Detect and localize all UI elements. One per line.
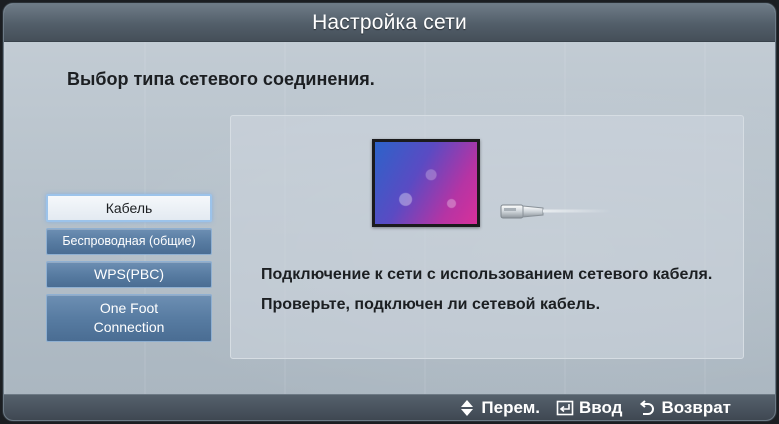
connection-description: Подключение к сети с использованием сете… bbox=[261, 266, 713, 313]
up-down-arrows-icon bbox=[461, 399, 474, 416]
menu-item-label: Кабель bbox=[105, 199, 153, 216]
menu-item-label: One Foot Connection bbox=[93, 300, 165, 335]
menu-item-cable[interactable]: Кабель bbox=[46, 194, 212, 222]
title-bar: Настройка сети bbox=[4, 4, 775, 42]
return-icon bbox=[640, 399, 655, 415]
subtitle: Выбор типа сетевого соединения. bbox=[67, 69, 375, 89]
tv-screen-image bbox=[372, 139, 480, 227]
hint-label: Ввод bbox=[579, 397, 623, 417]
connection-type-menu: Кабель Беспроводная (общие) WPS(PBC) One… bbox=[46, 194, 212, 348]
hint-move[interactable]: Перем. bbox=[458, 398, 540, 418]
hint-label: Возврат bbox=[661, 397, 731, 417]
menu-item-wireless[interactable]: Беспроводная (общие) bbox=[46, 228, 212, 255]
hint-enter[interactable]: Ввод bbox=[556, 398, 622, 418]
page-title: Настройка сети bbox=[312, 10, 467, 34]
menu-item-label: WPS(PBC) bbox=[94, 266, 164, 282]
menu-item-wps[interactable]: WPS(PBC) bbox=[46, 261, 212, 288]
menu-item-label: Беспроводная (общие) bbox=[62, 234, 196, 248]
hint-return[interactable]: Возврат bbox=[638, 398, 731, 418]
menu-item-one-foot-connection[interactable]: One Foot Connection bbox=[46, 294, 212, 342]
hint-label: Перем. bbox=[481, 397, 541, 417]
network-settings-window: Настройка сети Выбор типа сетевого соеди… bbox=[3, 3, 776, 421]
content-panel: Подключение к сети с использованием сете… bbox=[230, 115, 744, 359]
enter-icon bbox=[556, 400, 574, 415]
button-hint-bar: Перем. Ввод Возврат bbox=[4, 394, 775, 420]
network-cable-icon bbox=[500, 204, 611, 219]
